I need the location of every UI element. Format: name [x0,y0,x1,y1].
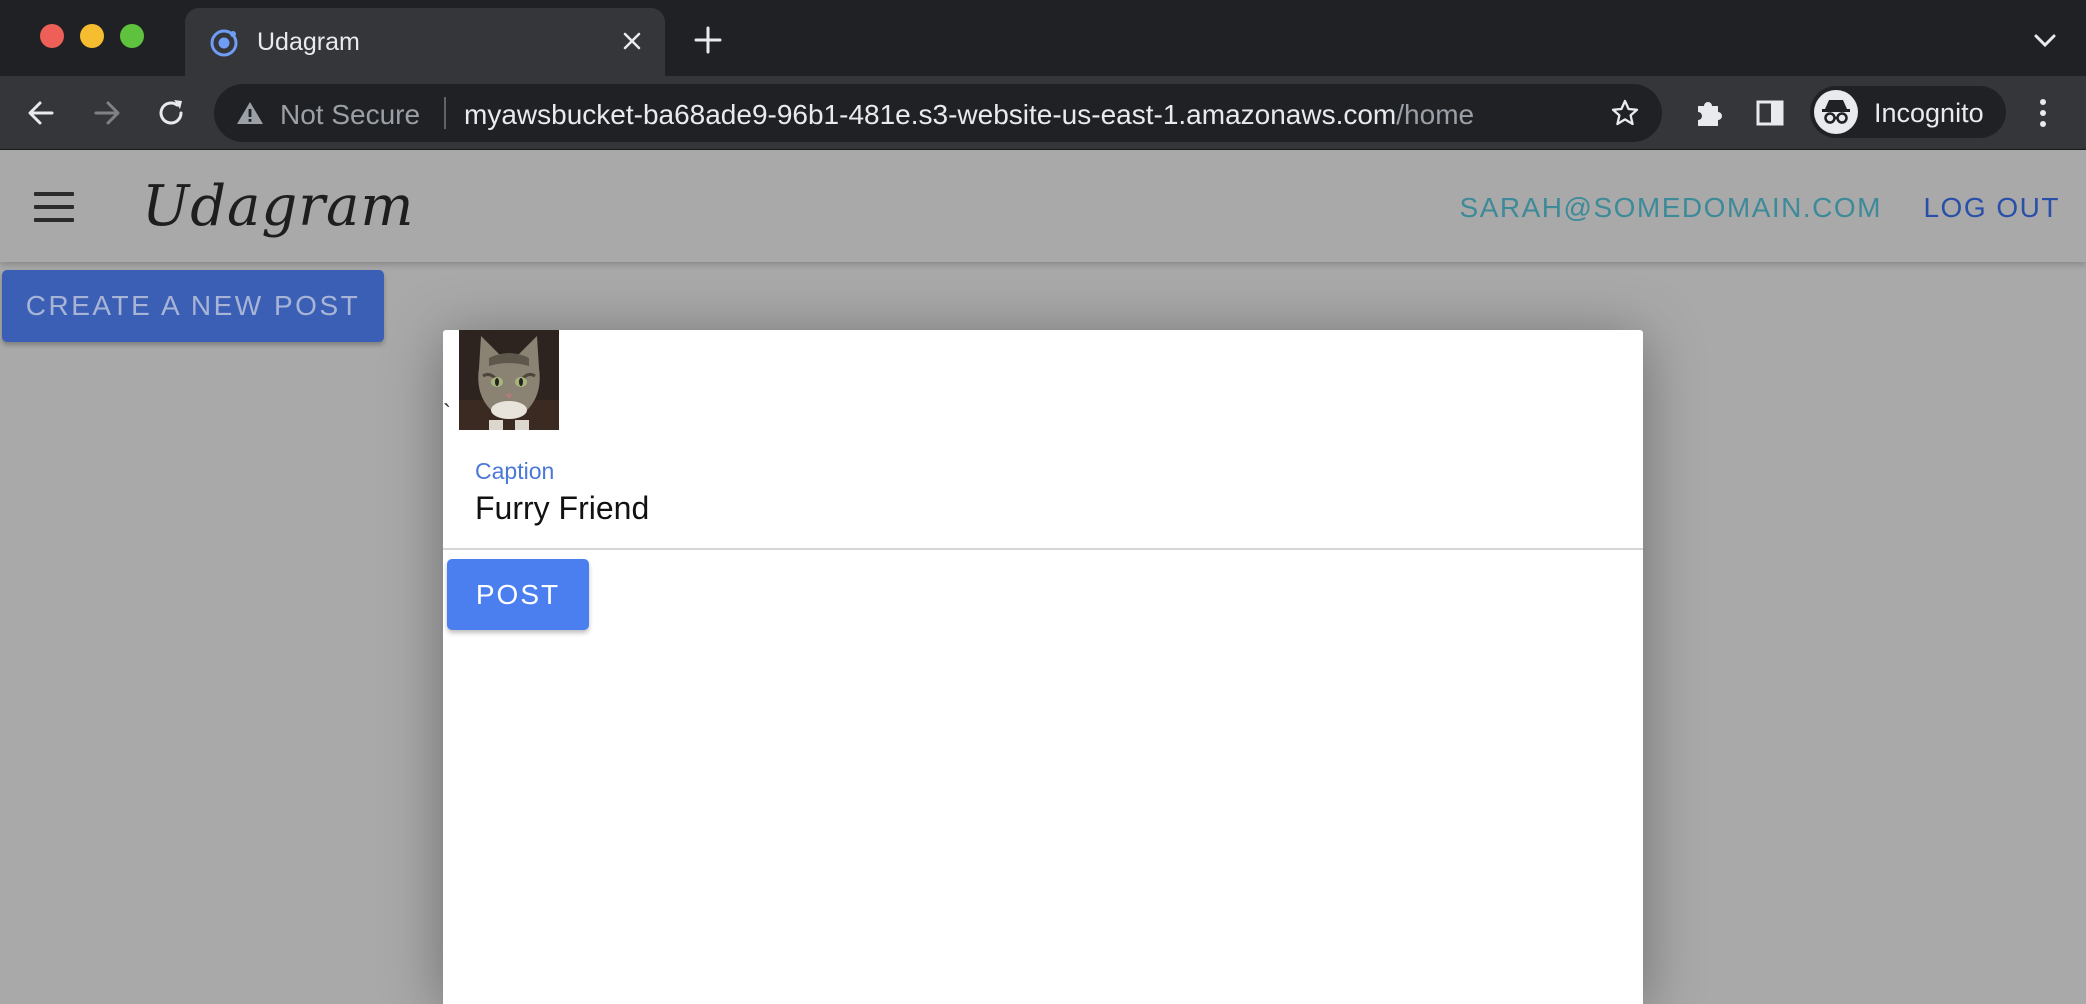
window-close-button[interactable] [40,24,64,48]
url-text[interactable]: myawsbucket-ba68ade9-96b1-481e.s3-websit… [464,99,1474,131]
tab-close-icon[interactable] [617,26,647,56]
forward-arrow-icon[interactable] [88,94,126,132]
caption-input[interactable] [475,490,1615,527]
app-header: Udagram SARAH@SOMEDOMAIN.COM LOG OUT [0,150,2086,262]
back-arrow-icon[interactable] [22,94,60,132]
window-minimize-button[interactable] [80,24,104,48]
incognito-icon [1822,100,1850,124]
user-email-link[interactable]: SARAH@SOMEDOMAIN.COM [1460,192,1882,224]
window-maximize-button[interactable] [120,24,144,48]
extensions-puzzle-icon[interactable] [1692,96,1726,130]
tab-title: Udagram [257,28,360,56]
tab-search-chevron-icon[interactable] [2030,28,2060,52]
cat-photo-preview [459,330,559,430]
warning-triangle-icon[interactable] [236,100,264,126]
ionic-favicon-icon [210,29,238,57]
browser-tab-bar: Udagram [0,0,2086,76]
incognito-profile-button[interactable]: Incognito [1810,86,2006,138]
cat-image [459,330,559,430]
side-panel-icon[interactable] [1754,97,1786,129]
incognito-avatar [1814,90,1858,134]
browser-menu-dots-icon[interactable] [2028,96,2058,130]
stray-character: ` [443,400,451,427]
bookmark-star-icon[interactable] [1610,98,1640,128]
address-bar[interactable]: Not Secure myawsbucket-ba68ade9-96b1-481… [214,84,1662,142]
hamburger-menu-icon[interactable] [34,192,74,222]
new-tab-plus-icon[interactable] [692,24,724,56]
brand-logo: Udagram [142,174,415,239]
incognito-label: Incognito [1874,98,1984,128]
url-host: myawsbucket-ba68ade9-96b1-481e.s3-websit… [464,99,1397,130]
create-new-post-button[interactable]: CREATE A NEW POST [2,270,384,342]
url-path: /home [1396,99,1475,130]
reload-icon[interactable] [152,94,190,132]
address-separator [444,97,446,129]
post-button[interactable]: POST [447,559,589,630]
logout-button[interactable]: LOG OUT [1923,192,2060,224]
caption-underline [443,548,1643,550]
not-secure-label[interactable]: Not Secure [280,99,420,131]
browser-tab-active[interactable]: Udagram [185,8,665,76]
new-post-modal: ` Caption POST [443,330,1643,1004]
caption-label: Caption [475,458,555,484]
